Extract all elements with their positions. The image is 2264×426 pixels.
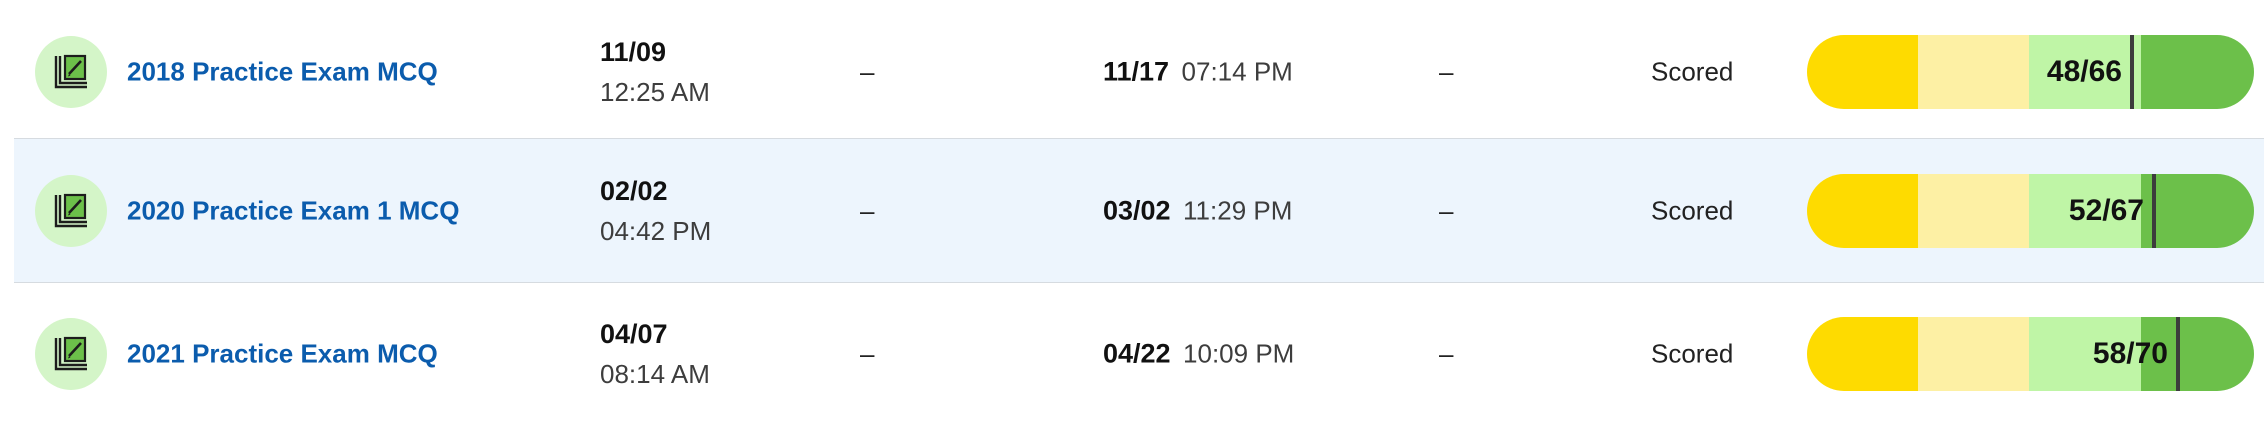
- status-label: Scored: [1651, 338, 1734, 368]
- score-value: 52/67: [2068, 193, 2144, 227]
- score-marker: [2130, 35, 2134, 109]
- score-marker: [2176, 316, 2180, 391]
- score-value: 58/70: [2092, 336, 2168, 370]
- due-date-day: 11/17: [1103, 56, 1170, 87]
- score-band-4: [2141, 173, 2254, 248]
- due-date-day: 03/02: [1103, 195, 1171, 225]
- assignment-row: 2020 Practice Exam 1 MCQ 02/02 04:42 PM …: [14, 138, 2264, 283]
- exam-icon: [35, 174, 107, 247]
- assigned-date: 02/02 04:42 PM: [600, 171, 711, 251]
- score-bar[interactable]: 52/67: [1807, 173, 2254, 248]
- score-bar[interactable]: 48/66: [1807, 35, 2254, 109]
- assignment-title-link[interactable]: 2020 Practice Exam 1 MCQ: [127, 195, 459, 226]
- score-band-2: [1918, 35, 2029, 109]
- start-date-empty: –: [860, 56, 875, 87]
- score-band-2: [1918, 173, 2029, 248]
- score-value: 48/66: [2046, 55, 2122, 88]
- score-marker: [2152, 173, 2156, 248]
- exam-icon: [35, 317, 107, 390]
- due-date: 11/17 07:14 PM: [1103, 57, 1293, 88]
- score-band-4: [2141, 35, 2254, 109]
- start-date-empty: –: [860, 195, 875, 225]
- assignment-row: 2018 Practice Exam MCQ 11/09 12:25 AM – …: [14, 0, 2264, 145]
- assigned-date-time: 04:42 PM: [600, 215, 712, 246]
- assigned-date-day: 02/02: [600, 175, 668, 206]
- assignment-list: 2018 Practice Exam MCQ 11/09 12:25 AM – …: [0, 0, 2264, 422]
- assigned-date-time: 08:14 AM: [600, 358, 710, 389]
- due-date-day: 04/22: [1103, 338, 1171, 368]
- assignment-title-link[interactable]: 2021 Practice Exam MCQ: [127, 338, 438, 369]
- status-label: Scored: [1651, 56, 1734, 87]
- assigned-date: 04/07 08:14 AM: [600, 314, 710, 394]
- assignment-row: 2021 Practice Exam MCQ 04/07 08:14 AM – …: [14, 281, 2264, 426]
- exam-icon: [35, 36, 107, 108]
- submitted-empty: –: [1439, 56, 1454, 87]
- assigned-date-time: 12:25 AM: [600, 77, 710, 107]
- assignment-title-link[interactable]: 2018 Practice Exam MCQ: [127, 57, 438, 88]
- assigned-date-day: 04/07: [600, 318, 668, 349]
- assigned-date: 11/09 12:25 AM: [600, 32, 710, 112]
- score-band-1: [1807, 316, 1918, 391]
- score-band-2: [1918, 316, 2029, 391]
- assigned-date-day: 11/09: [600, 37, 667, 67]
- due-date-time: 10:09 PM: [1183, 338, 1295, 368]
- due-date: 03/02 11:29 PM: [1103, 195, 1292, 226]
- due-date-time: 11:29 PM: [1183, 195, 1293, 225]
- due-date: 04/22 10:09 PM: [1103, 338, 1294, 369]
- score-bar[interactable]: 58/70: [1807, 316, 2254, 391]
- score-band-1: [1807, 35, 1918, 109]
- score-band-1: [1807, 173, 1918, 248]
- submitted-empty: –: [1439, 338, 1454, 368]
- start-date-empty: –: [860, 338, 875, 368]
- status-label: Scored: [1651, 195, 1734, 225]
- due-date-time: 07:14 PM: [1181, 56, 1293, 87]
- submitted-empty: –: [1439, 195, 1454, 225]
